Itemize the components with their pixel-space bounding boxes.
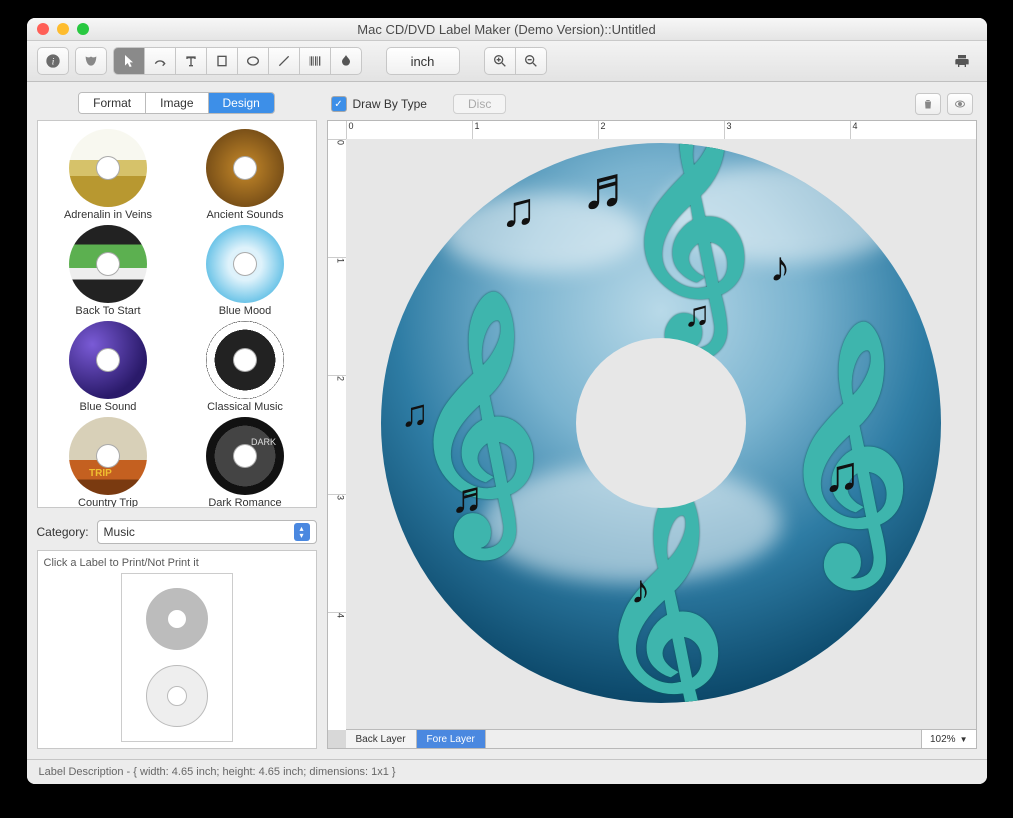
zoom-indicator[interactable]: 102% ▼ (921, 730, 976, 748)
music-note-icon: ♫ (401, 393, 430, 436)
zoom-out-button[interactable] (515, 47, 547, 75)
rectangle-tool[interactable] (206, 47, 237, 75)
ruler-vertical: 01234 (328, 139, 347, 730)
status-bar: Label Description - { width: 4.65 inch; … (27, 759, 987, 784)
print-page-preview (121, 573, 233, 742)
disc-dropdown[interactable]: Disc (453, 94, 506, 114)
layer-tab-back[interactable]: Back Layer (346, 730, 417, 748)
print-slot-2[interactable] (146, 665, 208, 727)
svg-text:i: i (51, 57, 54, 67)
preview-toggle[interactable] (947, 93, 973, 115)
close-window-button[interactable] (37, 23, 49, 35)
ellipse-tool[interactable] (237, 47, 268, 75)
tab-format[interactable]: Format (79, 93, 145, 113)
template-item[interactable]: Back To Start (42, 225, 175, 317)
draw-by-type-label: Draw By Type (353, 97, 427, 111)
status-text: Label Description - { width: 4.65 inch; … (39, 766, 396, 778)
template-item[interactable]: Adrenalin in Veins (42, 129, 175, 221)
zoom-window-button[interactable] (77, 23, 89, 35)
template-gallery[interactable]: Adrenalin in Veins Ancient Sounds Back T… (37, 120, 317, 508)
category-label: Category: (37, 525, 89, 539)
barcode-tool[interactable] (299, 47, 330, 75)
print-preview-box: Click a Label to Print/Not Print it (37, 550, 317, 749)
sidebar: Format Image Design Adrenalin in Veins A… (37, 92, 317, 749)
music-note-icon: ♫ (501, 183, 537, 238)
music-note-icon: ♫ (823, 445, 861, 503)
canvas-toolbar: ✓ Draw By Type Disc (327, 92, 977, 120)
tool-group (113, 47, 362, 75)
toolbar: i (27, 41, 987, 82)
layer-bar: Back Layer Fore Layer 102% ▼ (346, 729, 976, 748)
draw-by-type-checkbox[interactable]: ✓ (331, 96, 347, 112)
canvas[interactable]: 𝄞 𝄞 𝄞 𝄞 ♫ ♬ ♪ ♫ ♬ ♫ ♪ ♫ (346, 139, 976, 730)
select-arrows-icon: ▴▾ (294, 523, 310, 541)
template-item[interactable]: Classical Music (179, 321, 312, 413)
pointer-tool[interactable] (113, 47, 144, 75)
tab-design[interactable]: Design (208, 93, 274, 113)
line-tool[interactable] (268, 47, 299, 75)
sidebar-tabs: Format Image Design (78, 92, 275, 114)
dropdown-arrow-icon: ▼ (960, 735, 968, 744)
tab-image[interactable]: Image (145, 93, 207, 113)
mask-button[interactable] (75, 47, 107, 75)
main-panel: ✓ Draw By Type Disc 01234 01234 (327, 92, 977, 749)
category-select[interactable]: Music ▴▾ (97, 520, 317, 544)
text-tool[interactable] (175, 47, 206, 75)
trash-button[interactable] (915, 93, 941, 115)
template-item[interactable]: Country Trip (42, 417, 175, 508)
music-note-icon: ♫ (684, 293, 711, 335)
category-row: Category: Music ▴▾ (37, 520, 317, 544)
music-note-icon: ♪ (631, 568, 651, 613)
treble-clef-icon: 𝄞 (595, 488, 725, 703)
template-item[interactable]: Ancient Sounds (179, 129, 312, 221)
arc-text-tool[interactable] (144, 47, 175, 75)
app-window: Mac CD/DVD Label Maker (Demo Version)::U… (27, 18, 987, 784)
window-controls (37, 23, 89, 35)
zoom-in-button[interactable] (484, 47, 515, 75)
template-item[interactable]: Dark Romance (179, 417, 312, 508)
music-note-icon: ♬ (581, 153, 641, 222)
content-area: Format Image Design Adrenalin in Veins A… (27, 82, 987, 759)
info-button[interactable]: i (37, 47, 69, 75)
window-title: Mac CD/DVD Label Maker (Demo Version)::U… (27, 22, 987, 37)
canvas-wrap: 01234 01234 𝄞 𝄞 𝄞 𝄞 ♫ ♬ (327, 120, 977, 749)
ruler-horizontal: 01234 (346, 121, 976, 140)
disc-label[interactable]: 𝄞 𝄞 𝄞 𝄞 ♫ ♬ ♪ ♫ ♬ ♫ ♪ ♫ (381, 143, 941, 703)
music-note-icon: ♪ (770, 243, 791, 291)
zoom-group (484, 47, 547, 75)
ruler-corner (328, 121, 347, 140)
layer-tab-fore[interactable]: Fore Layer (417, 730, 486, 748)
print-button[interactable] (947, 48, 977, 74)
music-note-icon: ♬ (451, 473, 495, 523)
template-item[interactable]: Blue Mood (179, 225, 312, 317)
paint-tool[interactable] (330, 47, 362, 75)
titlebar: Mac CD/DVD Label Maker (Demo Version)::U… (27, 18, 987, 41)
print-slot-1[interactable] (146, 588, 208, 650)
unit-selector[interactable]: inch (386, 47, 460, 75)
template-item[interactable]: Blue Sound (42, 321, 175, 413)
minimize-window-button[interactable] (57, 23, 69, 35)
print-hint-label: Click a Label to Print/Not Print it (44, 557, 310, 569)
